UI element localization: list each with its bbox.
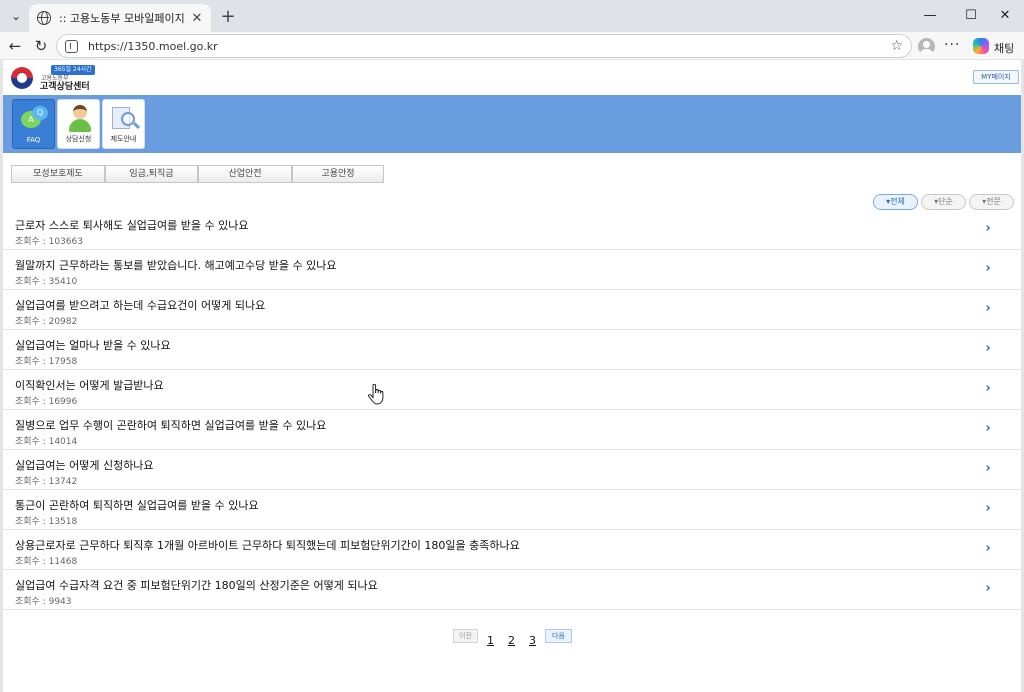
faq-question[interactable]: 이직확인서는 어떻게 발급받나요 — [15, 377, 164, 393]
tab-title: :: 고용노동부 모바일페이지 고객상 — [59, 12, 189, 25]
chevron-right-icon[interactable]: › — [981, 542, 995, 556]
menu-label: FAQ — [26, 136, 41, 144]
chevron-right-icon[interactable]: › — [981, 502, 995, 516]
prev-page-button[interactable]: 이전 — [453, 629, 478, 643]
menu-label: 제도안내 — [110, 135, 137, 143]
faq-row[interactable]: 통근이 곤란하여 퇴직하면 실업급여를 받을 수 있나요 조회수 : 13518… — [3, 490, 1021, 530]
url-input[interactable]: https://1350.moel.go.kr ☆ — [56, 34, 912, 58]
url-text: https://1350.moel.go.kr — [88, 39, 218, 53]
reload-icon[interactable]: ↻ — [30, 35, 52, 57]
filter-simple-button[interactable]: ▾단순 — [921, 194, 966, 210]
chevron-right-icon[interactable]: › — [981, 302, 995, 316]
minimize-button[interactable]: — — [915, 4, 945, 26]
globe-icon — [37, 11, 51, 25]
government-emblem-icon[interactable] — [11, 67, 33, 89]
faq-row[interactable]: 월말까지 근무하라는 통보를 받았습니다. 해고예고수당 받을 수 있나요 조회… — [3, 250, 1021, 290]
tab-close-icon[interactable]: ✕ — [189, 11, 205, 26]
page-link[interactable]: 1 — [487, 634, 494, 647]
hand-cursor-icon — [368, 384, 384, 405]
close-window-button[interactable]: ✕ — [990, 4, 1020, 26]
browser-tab[interactable]: :: 고용노동부 모바일페이지 고객상 ✕ — [29, 4, 211, 32]
site-info-icon[interactable] — [65, 39, 78, 53]
faq-views: 조회수 : 13742 — [15, 477, 78, 487]
faq-row[interactable]: 질병으로 업무 수행이 곤란하여 퇴직하면 실업급여를 받을 수 있나요 조회수… — [3, 410, 1021, 450]
counselor-icon — [68, 105, 92, 133]
browser-tabbar: ⌄ :: 고용노동부 모바일페이지 고객상 ✕ + — ☐ ✕ — [0, 0, 1024, 32]
next-page-button[interactable]: 다음 — [545, 629, 572, 643]
page-link[interactable]: 3 — [529, 634, 536, 647]
faq-question[interactable]: 월말까지 근무하라는 통보를 받았습니다. 해고예고수당 받을 수 있나요 — [15, 257, 336, 273]
copilot-label[interactable]: 채팅 — [994, 40, 1014, 56]
page-link[interactable]: 2 — [508, 634, 515, 647]
faq-views: 조회수 : 14014 — [15, 437, 78, 447]
filter-all-button[interactable]: ▾전체 — [873, 194, 918, 210]
favorite-star-icon[interactable]: ☆ — [890, 38, 903, 54]
address-bar-row: ← ↻ https://1350.moel.go.kr ☆ ··· 채팅 — [0, 32, 1024, 60]
faq-views: 조회수 : 13518 — [15, 517, 78, 527]
category-tab-wages[interactable]: 임금,퇴직금 — [105, 165, 198, 183]
faq-question[interactable]: 상용근로자로 근무하다 퇴직후 1개월 아르바이트 근무하다 퇴직했는데 피보험… — [15, 537, 520, 553]
mypage-button[interactable]: MY페이지 — [973, 70, 1019, 84]
chevron-right-icon[interactable]: › — [981, 582, 995, 596]
faq-views: 조회수 : 103663 — [15, 237, 83, 247]
main-menu: A Q FAQ 상담신청 제도안내 — [3, 95, 1021, 153]
faq-row[interactable]: 이직확인서는 어떻게 발급받나요 조회수 : 16996 › — [3, 370, 1021, 410]
category-tab-maternity[interactable]: 모성보호제도 — [11, 165, 105, 183]
category-tab-employment[interactable]: 고용안정 — [292, 165, 384, 183]
faq-row[interactable]: 상용근로자로 근무하다 퇴직후 1개월 아르바이트 근무하다 퇴직했는데 피보험… — [3, 530, 1021, 570]
faq-row[interactable]: 실업급여 수급자격 요건 중 피보험단위기간 180일의 산정기준은 어떻게 되… — [3, 570, 1021, 610]
faq-question[interactable]: 실업급여는 어떻게 신청하나요 — [15, 457, 154, 473]
profile-icon[interactable] — [918, 38, 935, 55]
faq-views: 조회수 : 9943 — [15, 597, 72, 607]
magnifier-document-icon — [112, 105, 141, 133]
maximize-button[interactable]: ☐ — [956, 4, 986, 26]
category-tab-safety[interactable]: 산업안전 — [198, 165, 292, 183]
new-tab-button[interactable]: + — [217, 5, 239, 27]
site-title[interactable]: 고객상담센터 — [40, 79, 90, 92]
faq-views: 조회수 : 20982 — [15, 317, 78, 327]
site-header: 365일 24시간 고용노동부 고객상담센터 MY페이지 — [3, 60, 1021, 95]
chevron-right-icon[interactable]: › — [981, 382, 995, 396]
faq-icon: A Q — [21, 106, 48, 132]
faq-question[interactable]: 근로자 스스로 퇴사해도 실업급여를 받을 수 있나요 — [15, 217, 249, 233]
faq-views: 조회수 : 17958 — [15, 357, 78, 367]
filter-expert-button[interactable]: ▾전문 — [969, 194, 1014, 210]
chevron-right-icon[interactable]: › — [981, 422, 995, 436]
menu-faq-button[interactable]: A Q FAQ — [12, 99, 55, 149]
faq-question[interactable]: 실업급여를 받으려고 하는데 수급요건이 어떻게 되나요 — [15, 297, 265, 313]
faq-question[interactable]: 실업급여는 얼마나 받을 수 있나요 — [15, 337, 171, 353]
chevron-right-icon[interactable]: › — [981, 262, 995, 276]
chevron-right-icon[interactable]: › — [981, 342, 995, 356]
faq-row[interactable]: 실업급여를 받으려고 하는데 수급요건이 어떻게 되나요 조회수 : 20982… — [3, 290, 1021, 330]
faq-question[interactable]: 실업급여 수급자격 요건 중 피보험단위기간 180일의 산정기준은 어떻게 되… — [15, 577, 378, 593]
menu-consult-button[interactable]: 상담신청 — [57, 99, 100, 149]
menu-label: 상담신청 — [65, 135, 92, 143]
faq-list: 근로자 스스로 퇴사해도 실업급여를 받을 수 있나요 조회수 : 103663… — [3, 210, 1021, 610]
faq-question[interactable]: 질병으로 업무 수행이 곤란하여 퇴직하면 실업급여를 받을 수 있나요 — [15, 417, 326, 433]
faq-views: 조회수 : 35410 — [15, 277, 78, 287]
faq-views: 조회수 : 11468 — [15, 557, 78, 567]
tab-list-icon[interactable]: ⌄ — [6, 6, 26, 26]
chevron-right-icon[interactable]: › — [981, 222, 995, 236]
faq-row[interactable]: 실업급여는 어떻게 신청하나요 조회수 : 13742 › — [3, 450, 1021, 490]
faq-row[interactable]: 근로자 스스로 퇴사해도 실업급여를 받을 수 있나요 조회수 : 103663… — [3, 210, 1021, 250]
chevron-right-icon[interactable]: › — [981, 462, 995, 476]
faq-question[interactable]: 통근이 곤란하여 퇴직하면 실업급여를 받을 수 있나요 — [15, 497, 259, 513]
back-icon[interactable]: ← — [4, 35, 26, 57]
more-menu-icon[interactable]: ··· — [944, 37, 960, 53]
copilot-icon[interactable] — [973, 38, 989, 54]
faq-views: 조회수 : 16996 — [15, 397, 78, 407]
faq-row[interactable]: 실업급여는 얼마나 받을 수 있나요 조회수 : 17958 › — [3, 330, 1021, 370]
menu-guide-button[interactable]: 제도안내 — [102, 99, 145, 149]
